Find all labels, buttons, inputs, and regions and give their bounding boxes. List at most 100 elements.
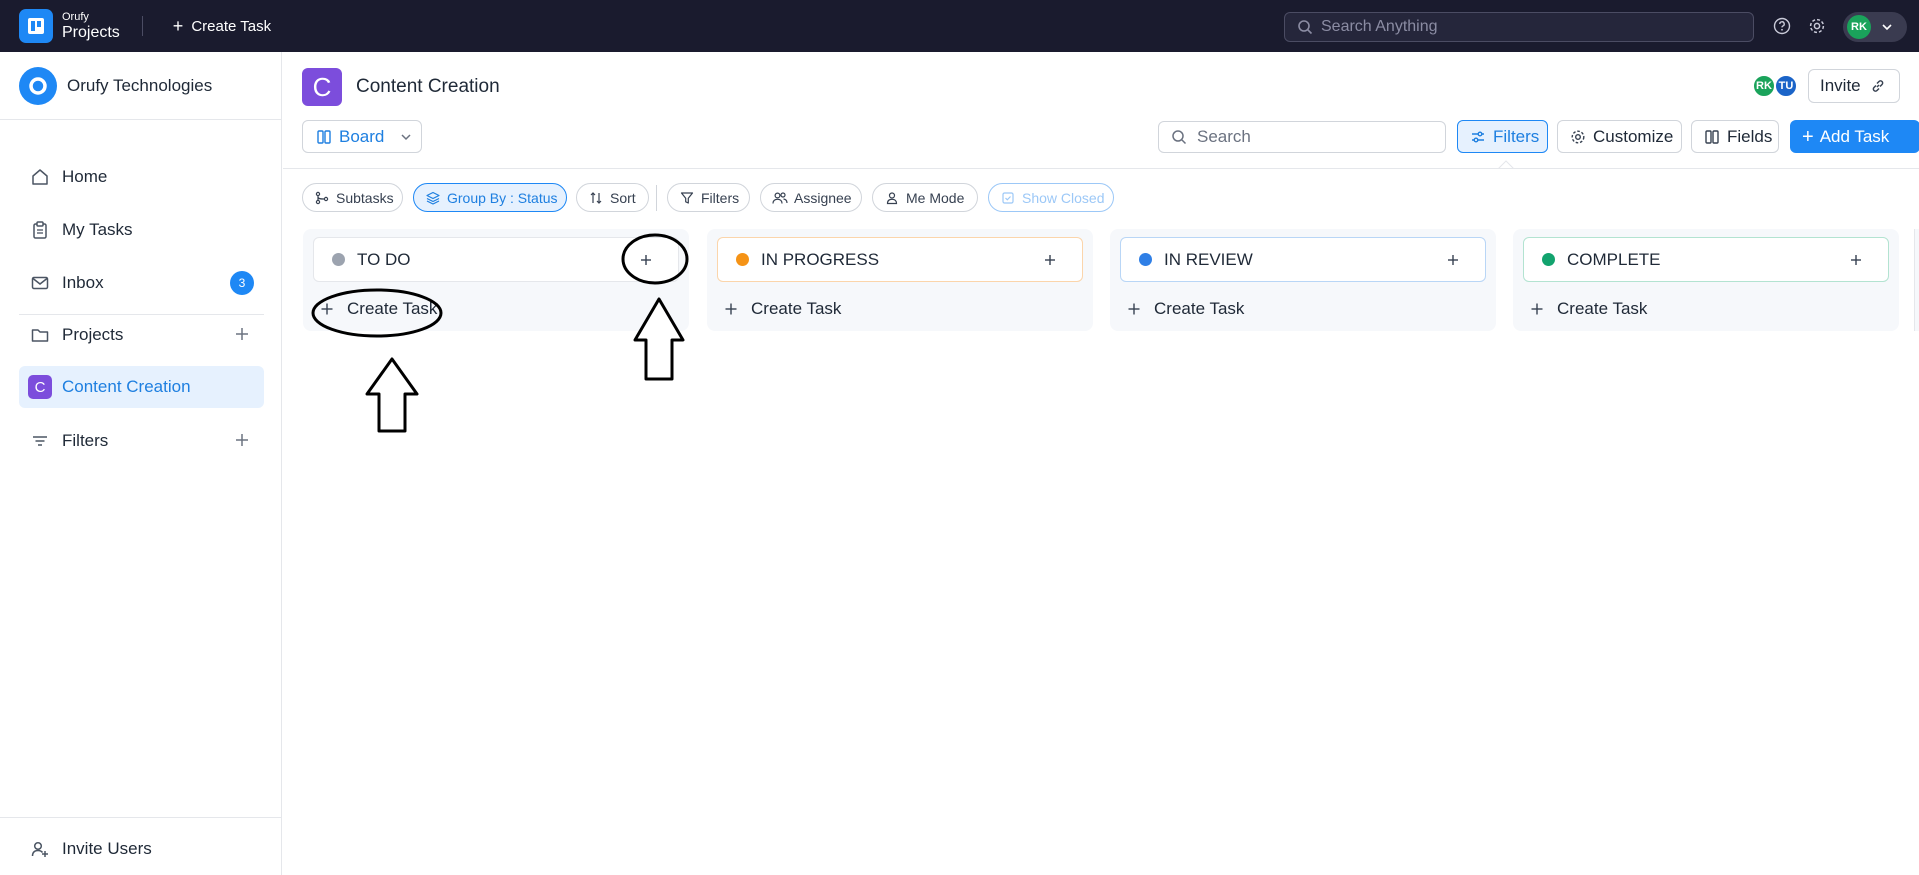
plus-icon xyxy=(723,301,739,317)
sidebar-item-label: Projects xyxy=(62,325,124,344)
plus-icon: + xyxy=(1802,125,1814,148)
filters-label: Filters xyxy=(1493,126,1540,146)
column-create-task-button[interactable]: Create Task xyxy=(1126,299,1244,319)
sort-chip[interactable]: Sort xyxy=(576,183,649,212)
column-title: IN REVIEW xyxy=(1164,249,1253,269)
git-branch-icon xyxy=(314,190,330,206)
create-task-label: Create Task xyxy=(191,17,272,35)
column-add-plus-icon[interactable] xyxy=(1846,250,1866,270)
fields-button[interactable]: Fields xyxy=(1691,120,1779,153)
board-column-complete: COMPLETE Create Task xyxy=(1513,229,1899,331)
status-dot xyxy=(736,253,749,266)
search-icon xyxy=(1172,130,1187,145)
sidebar-item-label: Inbox xyxy=(62,273,104,292)
board-column-in-progress: IN PROGRESS Create Task xyxy=(707,229,1093,331)
filters-chip[interactable]: Filters xyxy=(667,183,750,212)
column-create-task-button[interactable]: Create Task xyxy=(1529,299,1647,319)
filters-chip-label: Filters xyxy=(701,189,740,206)
user-icon xyxy=(884,190,900,206)
brand-top-text: Orufy xyxy=(62,10,89,23)
status-dot xyxy=(1139,253,1152,266)
sidebar-item-content-creation[interactable]: C Content Creation xyxy=(19,366,264,408)
create-task-button[interactable]: + Create Task xyxy=(173,17,271,35)
column-add-plus-icon[interactable] xyxy=(636,250,656,270)
invite-label: Invite xyxy=(1820,76,1861,95)
add-task-button[interactable]: + Add Task xyxy=(1790,120,1919,153)
subtasks-label: Subtasks xyxy=(336,189,394,206)
sidebar-item-filters[interactable]: Filters xyxy=(19,420,264,462)
annotation-up-arrow xyxy=(365,357,419,433)
column-title: COMPLETE xyxy=(1567,249,1661,269)
sidebar-item-label: Filters xyxy=(62,431,109,450)
settings-gear-icon[interactable] xyxy=(1807,16,1827,36)
customize-button[interactable]: Customize xyxy=(1557,120,1682,153)
plus-icon: + xyxy=(172,16,184,36)
sidebar-item-my-tasks[interactable]: My Tasks xyxy=(19,209,264,251)
sidebar-item-home[interactable]: Home xyxy=(19,156,264,198)
member-avatar[interactable]: TU xyxy=(1775,75,1797,97)
view-label: Board xyxy=(339,126,385,146)
column-add-plus-icon[interactable] xyxy=(1040,250,1060,270)
column-header: TO DO xyxy=(313,237,679,282)
link-icon xyxy=(1872,80,1883,92)
add-user-icon xyxy=(29,838,51,860)
sidebar-divider xyxy=(0,119,282,120)
board-search-input[interactable] xyxy=(1197,127,1437,147)
org-logo-icon xyxy=(19,67,57,105)
help-icon[interactable] xyxy=(1772,16,1792,36)
column-add-plus-icon[interactable] xyxy=(1443,250,1463,270)
add-project-plus-icon[interactable] xyxy=(232,324,252,344)
column-create-task-button[interactable]: Create Task xyxy=(319,299,437,319)
users-icon xyxy=(772,190,788,206)
mail-icon xyxy=(29,272,51,294)
sidebar-item-label: Home xyxy=(62,167,108,186)
subtasks-chip[interactable]: Subtasks xyxy=(302,183,403,212)
add-filter-plus-icon[interactable] xyxy=(232,430,252,450)
invite-button[interactable]: Invite xyxy=(1808,69,1900,103)
create-task-label: Create Task xyxy=(751,299,842,318)
plus-icon xyxy=(1529,301,1545,317)
sidebar: Orufy Technologies Home My Tasks Inbox 3… xyxy=(0,52,282,875)
sidebar-item-label: Content Creation xyxy=(62,377,191,396)
page-title: Content Creation xyxy=(356,76,500,97)
global-search[interactable] xyxy=(1284,12,1754,42)
plus-icon xyxy=(1126,301,1142,317)
me-mode-chip[interactable]: Me Mode xyxy=(872,183,978,212)
project-icon: C xyxy=(302,68,342,106)
brand[interactable]: Orufy Projects xyxy=(19,9,120,43)
me-mode-label: Me Mode xyxy=(906,189,965,206)
column-header: IN PROGRESS xyxy=(717,237,1083,282)
column-create-task-button[interactable]: Create Task xyxy=(723,299,841,319)
project-letter-badge: C xyxy=(28,375,52,399)
filters-button[interactable]: Filters xyxy=(1457,120,1548,153)
sidebar-item-projects[interactable]: Projects xyxy=(19,314,264,356)
group-by-chip[interactable]: Group By : Status xyxy=(413,183,567,212)
show-closed-chip[interactable]: Show Closed xyxy=(988,183,1114,212)
header-divider xyxy=(283,168,1919,169)
org-switcher[interactable]: Orufy Technologies xyxy=(19,67,212,105)
board-column-in-review: IN REVIEW Create Task xyxy=(1110,229,1496,331)
board-search[interactable] xyxy=(1158,121,1446,153)
board-column-todo: TO DO Create Task xyxy=(303,229,689,331)
sidebar-item-label: My Tasks xyxy=(62,220,133,239)
inbox-count-badge: 3 xyxy=(230,271,254,295)
assignee-chip[interactable]: Assignee xyxy=(760,183,862,212)
sidebar-item-inbox[interactable]: Inbox 3 xyxy=(19,262,264,304)
home-icon xyxy=(29,166,51,188)
chips-divider xyxy=(656,185,657,211)
group-by-label: Group By : Status xyxy=(447,189,558,206)
member-avatar[interactable]: RK xyxy=(1753,75,1775,97)
user-menu[interactable]: RK xyxy=(1843,12,1907,42)
board-columns-icon xyxy=(317,129,331,144)
invite-users-button[interactable]: Invite Users xyxy=(19,828,264,870)
plus-icon xyxy=(319,301,335,317)
global-search-input[interactable] xyxy=(1321,18,1741,36)
user-avatar: RK xyxy=(1847,15,1871,39)
sort-arrows-icon xyxy=(588,190,604,206)
sort-label: Sort xyxy=(610,189,636,206)
view-switcher[interactable]: Board xyxy=(302,120,422,153)
status-dot xyxy=(1542,253,1555,266)
org-name: Orufy Technologies xyxy=(67,76,213,95)
chevron-down-icon xyxy=(401,133,411,140)
create-task-label: Create Task xyxy=(347,299,438,318)
